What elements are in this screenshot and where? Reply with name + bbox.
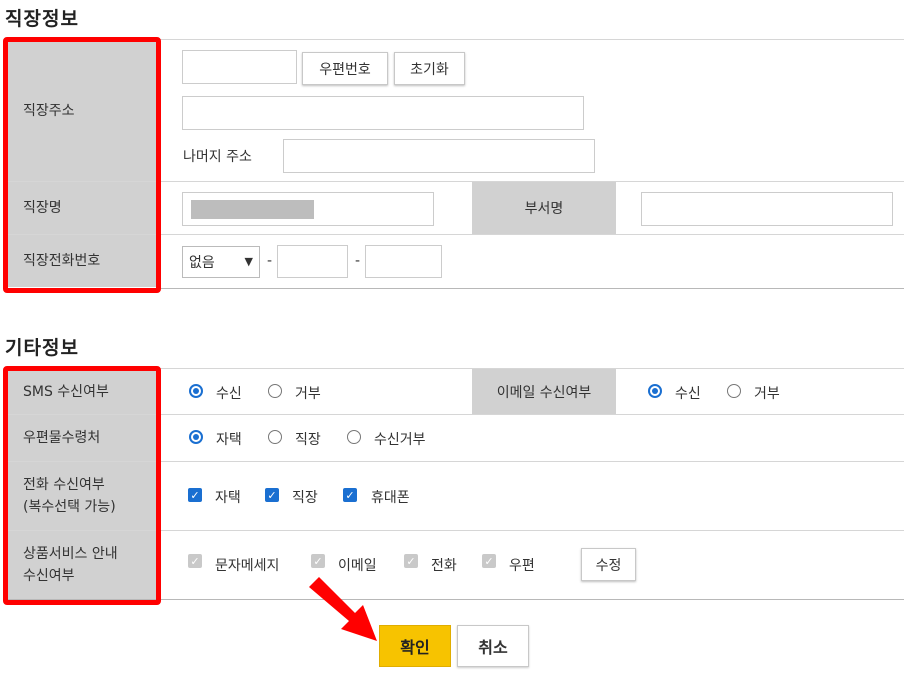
email-receive-radio[interactable]	[648, 384, 662, 398]
sms-receive-radio[interactable]	[189, 384, 203, 398]
highlight-box	[3, 366, 161, 605]
rest-address-label: 나머지 주소	[183, 149, 252, 165]
email-receive-label: 수신	[675, 386, 701, 402]
mail-work-radio[interactable]	[268, 430, 282, 444]
dash: -	[355, 253, 361, 269]
dash: -	[267, 253, 273, 269]
dept-label: 부서명	[472, 182, 616, 234]
phone-middle-input[interactable]	[277, 245, 348, 278]
highlight-box	[3, 37, 161, 293]
sms-receive-label: 수신	[216, 386, 242, 402]
service-sms-checkbox: ✓	[188, 554, 202, 568]
mail-home-radio[interactable]	[189, 430, 203, 444]
email-label: 이메일 수신여부	[472, 369, 616, 414]
phone-recv-work-checkbox[interactable]: ✓	[265, 488, 279, 502]
arrow-icon	[309, 577, 377, 641]
service-email-checkbox: ✓	[311, 554, 325, 568]
postcode-input[interactable]	[182, 50, 297, 84]
work-section-title: 직장정보	[5, 8, 79, 30]
rest-address-input[interactable]	[283, 139, 595, 173]
phone-last-input[interactable]	[365, 245, 442, 278]
phone-prefix-value: 없음	[189, 255, 215, 271]
address-input[interactable]	[182, 96, 584, 130]
reset-button[interactable]: 초기화	[394, 52, 465, 85]
mail-home-label: 자택	[216, 432, 242, 448]
service-phone-label: 전화	[431, 558, 457, 574]
phone-prefix-select[interactable]: 없음 ▼	[182, 246, 260, 278]
service-post-label: 우편	[509, 558, 535, 574]
phone-recv-mobile-checkbox[interactable]: ✓	[343, 488, 357, 502]
redacted-company-name	[191, 200, 314, 219]
chevron-down-icon: ▼	[244, 255, 253, 268]
email-refuse-label: 거부	[754, 386, 780, 402]
sms-refuse-label: 거부	[295, 386, 321, 402]
service-sms-label: 문자메세지	[215, 558, 280, 574]
service-phone-checkbox: ✓	[404, 554, 418, 568]
phone-recv-work-label: 직장	[292, 490, 318, 506]
postcode-button[interactable]: 우편번호	[302, 52, 388, 85]
dept-input[interactable]	[641, 192, 893, 226]
phone-recv-mobile-label: 휴대폰	[371, 490, 410, 506]
cancel-button[interactable]: 취소	[457, 625, 529, 667]
mail-refuse-label: 수신거부	[374, 432, 426, 448]
service-email-label: 이메일	[338, 558, 377, 574]
etc-section-title: 기타정보	[5, 337, 79, 359]
edit-button[interactable]: 수정	[581, 548, 636, 581]
phone-recv-home-label: 자택	[215, 490, 241, 506]
mail-work-label: 직장	[295, 432, 321, 448]
email-refuse-radio[interactable]	[727, 384, 741, 398]
sms-refuse-radio[interactable]	[268, 384, 282, 398]
mail-refuse-radio[interactable]	[347, 430, 361, 444]
service-post-checkbox: ✓	[482, 554, 496, 568]
confirm-button[interactable]: 확인	[379, 625, 451, 667]
phone-recv-home-checkbox[interactable]: ✓	[188, 488, 202, 502]
